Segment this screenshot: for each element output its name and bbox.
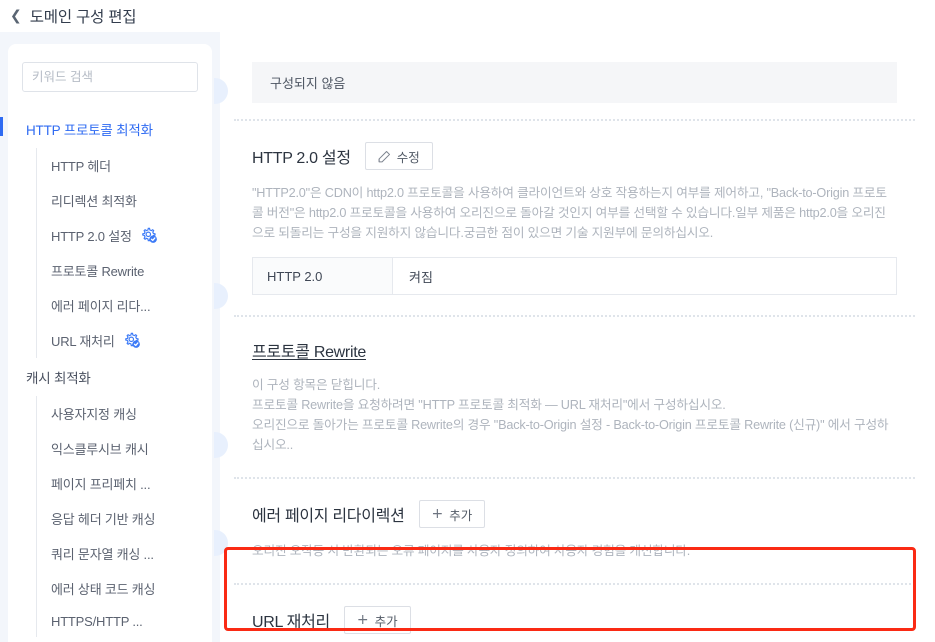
- description-line: 프로토콜 Rewrite을 요청하려면 "HTTP 프로토콜 최적화 — URL…: [252, 395, 897, 415]
- sidebar-item-response-header-cache[interactable]: 응답 헤더 기반 캐싱: [37, 501, 212, 536]
- section-description: URL 재처리 탭에서는 방문자가 액세스하는 URL을 리디렉션하거나 재처리…: [234, 634, 915, 642]
- sidebar-item-error-page-redirect[interactable]: 에러 페이지 리다...: [37, 288, 212, 323]
- chevron-left-icon[interactable]: ❮: [10, 9, 22, 23]
- sidebar-item-label: 에러 상태 코드 캐싱: [51, 579, 155, 598]
- sidebar-card: HTTP 프로토콜 최적화 HTTP 헤더 리디렉션 최적화 HTTP 2.0 …: [8, 44, 212, 642]
- main-content[interactable]: 다시 제게 속성을 추가하는 조리진으로 되리다리합니다. 구성되지 않음 HT…: [220, 32, 935, 642]
- sidebar-item-label: 프로토콜 Rewrite: [51, 261, 144, 280]
- sidebar-item-label: 익스클루시브 캐시: [51, 439, 149, 458]
- sidebar-item-exclusive-cache[interactable]: 익스클루시브 캐시: [37, 431, 212, 466]
- sidebar-group-cache-optimization[interactable]: 캐시 최적화: [8, 358, 212, 396]
- edit-button[interactable]: 수정: [365, 142, 433, 170]
- plus-icon: +: [432, 507, 444, 521]
- nav-children-group-1: 사용자지정 캐싱 익스클루시브 캐시 페이지 프리페치 ... 응답 헤더 기반…: [36, 396, 212, 637]
- section-header: URL 재처리 + 추가: [234, 585, 915, 634]
- add-button-label: 추가: [449, 505, 472, 524]
- add-url-rewrite-button[interactable]: + 추가: [344, 606, 411, 634]
- edit-button-label: 수정: [397, 147, 420, 166]
- sidebar-item-query-string-cache[interactable]: 쿼리 문자열 캐싱 ...: [37, 536, 212, 571]
- sidebar-item-label: HTTPS/HTTP ...: [51, 614, 143, 629]
- sidebar-item-https-http[interactable]: HTTPS/HTTP ...: [37, 606, 212, 637]
- sidebar-item-url-rewrite[interactable]: URL 재처리: [37, 323, 212, 358]
- add-button-label: 추가: [375, 611, 398, 630]
- section-error-page-redirect: 에러 페이지 리다이렉션 + 추가 오리진 오작동 시 반환되는 오류 페이지를…: [234, 479, 915, 583]
- sidebar-item-http-header[interactable]: HTTP 헤더: [37, 148, 212, 183]
- sidebar-group-back-to-origin[interactable]: Back-to-Origin 설정: [8, 637, 212, 642]
- sidebar-item-label: 응답 헤더 기반 캐싱: [51, 509, 155, 528]
- content-inner: 다시 제게 속성을 추가하는 조리진으로 되리다리합니다. 구성되지 않음 HT…: [220, 32, 935, 642]
- section-title[interactable]: 프로토콜 Rewrite: [252, 338, 366, 362]
- section-header: 프로토콜 Rewrite: [234, 317, 915, 362]
- sidebar-item-redirect-optimization[interactable]: 리디렉션 최적화: [37, 183, 212, 218]
- sidebar-item-page-prefetch[interactable]: 페이지 프리페치 ...: [37, 466, 212, 501]
- search-input[interactable]: [23, 63, 198, 91]
- section-description: 이 구성 항목은 닫힙니다. 프로토콜 Rewrite을 요청하려면 "HTTP…: [234, 362, 915, 455]
- sidebar-item-error-status-code-cache[interactable]: 에러 상태 코드 캐싱: [37, 571, 212, 606]
- section-url-rewrite: URL 재처리 + 추가 URL 재처리 탭에서는 방문자가 액세스하는 URL…: [234, 585, 915, 642]
- http2-settings-table: HTTP 2.0 켜짐: [252, 257, 897, 295]
- description-line: 이 구성 항목은 닫힙니다.: [252, 375, 897, 395]
- section-header: 에러 페이지 리다이렉션 + 추가: [234, 479, 915, 528]
- sidebar-item-http2-settings[interactable]: HTTP 2.0 설정: [37, 218, 212, 253]
- table-row-key: HTTP 2.0: [253, 258, 393, 294]
- sidebar-search[interactable]: [22, 62, 198, 92]
- table-row-value: 켜짐: [393, 258, 896, 294]
- plus-icon: +: [357, 613, 369, 627]
- sidebar-item-label: 사용자지정 캐싱: [51, 404, 137, 423]
- gear-check-icon: [124, 332, 141, 349]
- sidebar-group-http-protocol-optimization[interactable]: HTTP 프로토콜 최적화: [8, 110, 212, 148]
- description-line: 오리진으로 돌아가는 프로토콜 Rewrite의 경우 "Back-to-Ori…: [252, 415, 897, 455]
- page-title: 도메인 구성 편집: [30, 5, 137, 27]
- section-title: URL 재처리: [252, 608, 330, 632]
- section-header: HTTP 2.0 설정 수정: [234, 121, 915, 170]
- previous-section-status: 구성되지 않음: [252, 62, 897, 103]
- section-description: "HTTP2.0"은 CDN이 http2.0 프로토콜을 사용하여 클라이언트…: [234, 170, 915, 243]
- gear-check-icon: [141, 227, 158, 244]
- app-root: ❮ 도메인 구성 편집 HTTP 프로토콜 최적화: [0, 0, 935, 642]
- sidebar-item-label: HTTP 2.0 설정: [51, 226, 132, 245]
- sidebar-item-protocol-rewrite[interactable]: 프로토콜 Rewrite: [37, 253, 212, 288]
- section-title: 에러 페이지 리다이렉션: [252, 502, 405, 526]
- edit-icon: [378, 150, 391, 163]
- sidebar-item-label: HTTP 헤더: [51, 156, 111, 175]
- section-http2-settings: HTTP 2.0 설정 수정 "HTTP2.0"은 CDN이 http2.0 프…: [234, 121, 915, 295]
- sidebar-item-label: 리디렉션 최적화: [51, 191, 137, 210]
- sidebar: HTTP 프로토콜 최적화 HTTP 헤더 리디렉션 최적화 HTTP 2.0 …: [0, 32, 220, 642]
- sidebar-item-label: 에러 페이지 리다...: [51, 296, 150, 315]
- sidebar-item-custom-caching[interactable]: 사용자지정 캐싱: [37, 396, 212, 431]
- sidebar-item-label: 페이지 프리페치 ...: [51, 474, 150, 493]
- nav-list: HTTP 프로토콜 최적화 HTTP 헤더 리디렉션 최적화 HTTP 2.0 …: [8, 110, 212, 642]
- section-protocol-rewrite: 프로토콜 Rewrite 이 구성 항목은 닫힙니다. 프로토콜 Rewrite…: [234, 317, 915, 477]
- sidebar-item-label: 쿼리 문자열 캐싱 ...: [51, 544, 154, 563]
- sidebar-item-label: URL 재처리: [51, 331, 115, 350]
- nav-children-group-0: HTTP 헤더 리디렉션 최적화 HTTP 2.0 설정: [36, 148, 212, 358]
- page-header: ❮ 도메인 구성 편집: [0, 0, 935, 32]
- add-error-page-button[interactable]: + 추가: [419, 500, 486, 528]
- section-title: HTTP 2.0 설정: [252, 144, 351, 168]
- section-description: 오리진 오작동 시 반환되는 오류 페이지를 사용자 정의하여 사용자 경험을 …: [234, 528, 915, 561]
